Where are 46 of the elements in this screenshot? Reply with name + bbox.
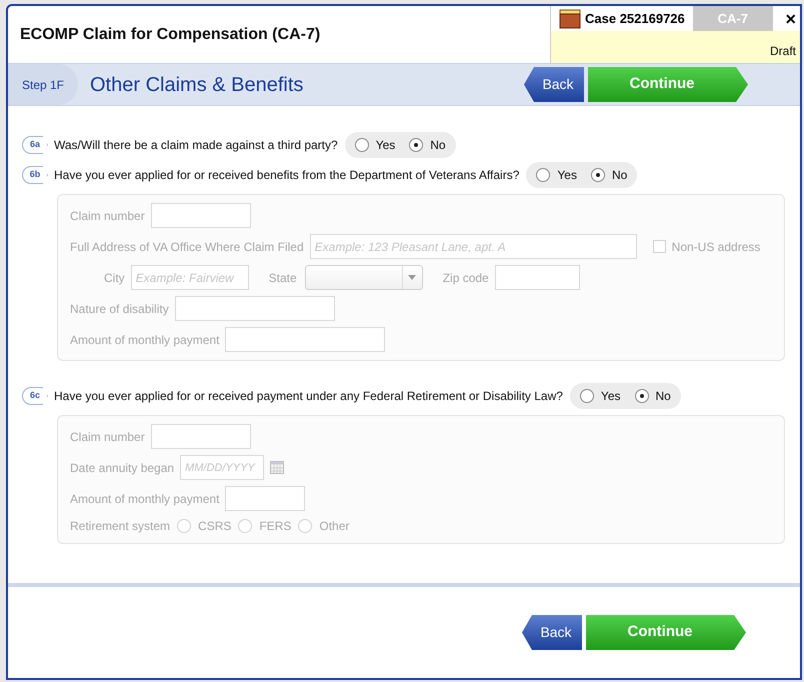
step-label: Step 1F — [8, 64, 78, 105]
radio-label: No — [612, 167, 628, 184]
field-label: City — [104, 270, 125, 286]
status-label: Draft — [770, 43, 796, 60]
radio-button[interactable] — [580, 389, 594, 403]
question-text: Was/Will there be a claim made against a third party? — [54, 137, 338, 154]
radio-label: Other — [319, 518, 350, 535]
field-label: Amount of monthly payment — [70, 332, 220, 348]
radio-label: No — [656, 388, 671, 405]
field-label: Claim number — [70, 208, 145, 224]
radio-label: CSRS — [198, 518, 232, 535]
radio-button[interactable] — [536, 168, 550, 182]
field-label: Nature of disability — [70, 300, 169, 318]
page-heading: Other Claims & Benefits — [90, 72, 304, 98]
field-label: Full Address of VA Office Where Claim Filed — [70, 238, 304, 256]
caret-icon — [408, 275, 416, 280]
back-button[interactable]: Back — [524, 67, 584, 102]
radio-button[interactable] — [354, 138, 369, 152]
checkbox-label: Non-US address — [672, 238, 760, 256]
radio-label: Yes — [600, 388, 620, 405]
question-text: Have you ever applied for or received benefits from the Department of Veterans Affairs? — [54, 167, 520, 184]
question-number-badge: 6c — [22, 387, 48, 405]
radio-button[interactable] — [409, 138, 424, 152]
folder-icon — [559, 8, 581, 28]
back-button[interactable]: Back — [522, 615, 582, 650]
question-number-badge: 6b — [22, 166, 48, 184]
case-number: Case 252169726 — [585, 10, 685, 28]
field-label: Claim number — [70, 428, 145, 446]
question-number-badge: 6a — [22, 136, 48, 154]
question-text: Have you ever applied for or received payment under any Federal Retirement or Disability Law? — [54, 388, 563, 405]
calendar-icon[interactable] — [270, 461, 284, 474]
close-button[interactable]: × — [785, 10, 796, 28]
checkbox[interactable] — [652, 240, 666, 253]
radio-button[interactable] — [634, 389, 648, 403]
radio-button[interactable] — [590, 168, 605, 182]
field-label: Retirement system — [70, 518, 170, 535]
window-title: ECOMP Claim for Compensation (CA-7) — [20, 24, 320, 44]
radio-label: Yes — [376, 137, 396, 154]
field-label: State — [268, 270, 297, 286]
radio-label: FERS — [259, 518, 292, 535]
state-dropdown[interactable] — [304, 265, 423, 290]
field-label: Date annuity began — [70, 460, 174, 476]
field-label: Zip code — [442, 270, 489, 286]
radio-label: Yes — [557, 167, 577, 184]
field-label: Amount of monthly payment — [70, 490, 220, 508]
radio-label: No — [430, 137, 446, 154]
